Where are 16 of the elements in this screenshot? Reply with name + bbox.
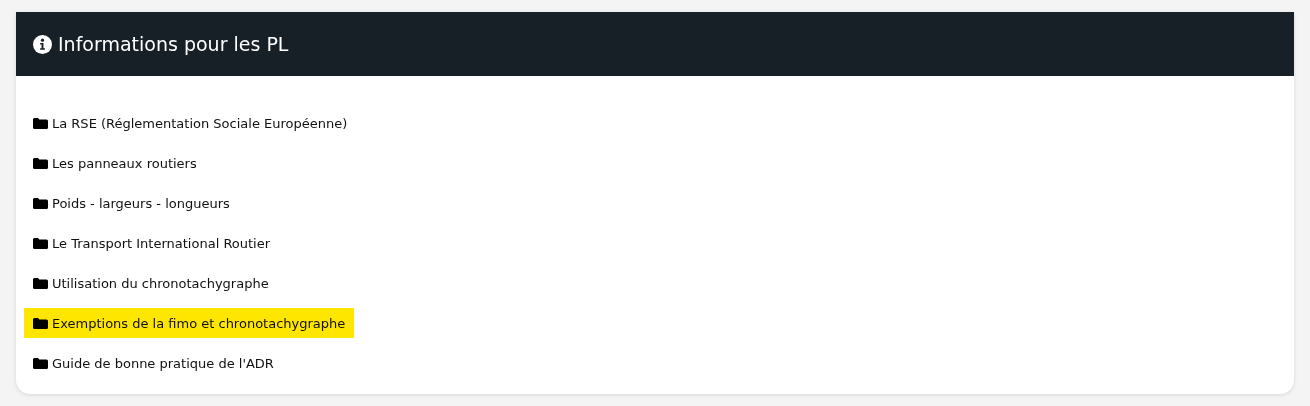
card-title: Informations pour les PL: [58, 33, 289, 55]
folder-link[interactable]: Exemptions de la fimo et chronotachygraphe: [24, 308, 355, 338]
folder-icon: [33, 317, 48, 329]
folder-icon: [33, 237, 48, 249]
folder-icon: [33, 357, 48, 369]
folder-icon: [33, 197, 48, 209]
folder-link[interactable]: Les panneaux routiers: [24, 148, 206, 178]
folder-link[interactable]: La RSE (Réglementation Sociale Européenne): [24, 108, 357, 138]
folder-link[interactable]: Guide de bonne pratique de l'ADR: [24, 348, 283, 378]
folder-icon: [33, 277, 48, 289]
folder-icon: [33, 117, 48, 129]
folder-icon: [33, 157, 48, 169]
folder-link[interactable]: Utilisation du chronotachygraphe: [24, 268, 278, 298]
folder-link[interactable]: Poids - largeurs - longueurs: [24, 188, 239, 218]
info-icon: [33, 34, 52, 54]
folder-link[interactable]: Le Transport International Routier: [24, 228, 280, 258]
